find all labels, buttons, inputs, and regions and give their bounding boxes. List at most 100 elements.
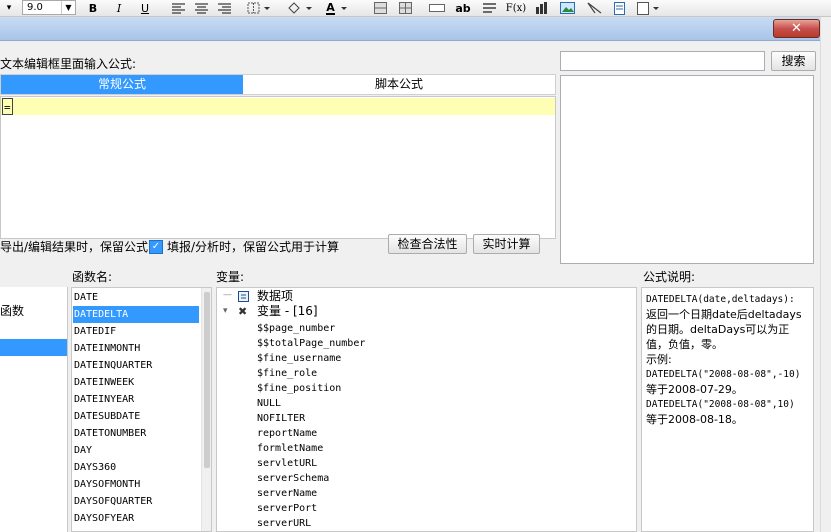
variable-item[interactable]: $fine_position [257,381,341,396]
function-item[interactable]: DAYS360 [73,459,199,476]
variable-item[interactable]: serverPort [257,501,317,516]
tree-line-icon: — [223,290,232,300]
bold-button[interactable]: B [86,1,100,15]
function-item[interactable]: DAYSOFQUARTER [73,493,199,510]
variables-label: 变量: [216,270,245,284]
description-line: 等于2008-07-29。 [646,383,743,396]
chevron-down-icon[interactable]: ▾ [2,1,16,15]
formatting-toolbar: ▾ 9.0 ▼ B I U A ab F(x) [0,0,831,17]
align-center-icon[interactable] [193,1,209,15]
realtime-calc-button[interactable]: 实时计算 [473,234,540,254]
data-item-icon [238,291,249,302]
textbox-icon[interactable] [428,1,446,15]
variable-item[interactable]: NOFILTER [257,411,305,426]
variable-group-icon: ✖ [238,305,248,318]
function-item[interactable]: DATEINYEAR [73,391,199,408]
function-item[interactable]: DAYSOFMONTH [73,476,199,493]
formula-description: DATEDELTA(date,deltadays): 返回一个日期date后del… [641,287,814,532]
split-cells-icon[interactable] [397,1,413,15]
function-item[interactable]: DATEINWEEK [73,374,199,391]
description-label: 公式说明: [643,270,696,284]
italic-button[interactable]: I [112,1,126,15]
category-list: 函数 [0,287,68,532]
variable-item[interactable]: $$page_number [257,321,335,336]
keep-formula-export-label[interactable]: 导出/编辑结果时，保留公式 [0,238,148,255]
align-left-icon[interactable] [170,1,186,15]
function-item[interactable]: DATEDIF [73,323,199,340]
text-ab-button[interactable]: ab [454,1,472,15]
variable-item[interactable]: reportName [257,426,317,441]
slash-icon[interactable] [585,1,603,15]
tree-root-data-items[interactable]: 数据项 [257,289,293,304]
description-line: DATEDELTA("2008-08-08",-10) [646,369,801,380]
tab-script-formula[interactable]: 脚本公式 [243,75,555,94]
close-button[interactable]: ✕ [773,19,820,38]
paragraph-icon[interactable] [481,1,497,15]
align-right-icon[interactable] [216,1,232,15]
underline-button[interactable]: U [138,1,152,15]
formula-dialog: ✕ 文本编辑框里面输入公式: 搜索 常规公式 脚本公式 = 导出/编辑结果时，保… [0,17,831,532]
variable-item[interactable]: $fine_username [257,351,341,366]
merge-cells-icon[interactable] [372,1,388,15]
variable-item[interactable]: servletURL [257,456,317,471]
keep-formula-fill-label: 填报/分析时，保留公式用于计算 [167,240,340,254]
page-setup-icon[interactable] [636,1,664,15]
variable-item[interactable]: formletName [257,441,323,456]
tree-root-variables[interactable]: 变量 - [16] [257,304,318,319]
font-size-value: 9.0 [27,2,43,13]
tab-normal-formula[interactable]: 常规公式 [1,75,243,94]
search-input[interactable] [560,51,765,71]
editor-text: = [2,98,13,115]
font-color-letter: A [326,0,335,15]
function-item[interactable]: DATEINQUARTER [73,357,199,374]
instruction-label: 文本编辑框里面输入公式: [0,57,137,71]
description-line: DATEDELTA(date,deltadays): [646,294,795,305]
bar-chart-icon[interactable] [533,1,549,15]
description-line: 返回一个日期date后deltadays [646,308,802,321]
description-line: 的日期。deltaDays可以为正 [646,323,790,336]
font-size-select[interactable]: 9.0 ▼ [22,0,76,15]
font-color-icon[interactable]: A [323,1,353,15]
image-icon[interactable] [558,1,576,15]
formula-button[interactable]: F(x) [505,1,527,15]
variable-item[interactable]: $fine_role [257,366,317,381]
report-icon[interactable] [611,1,627,15]
keep-formula-fill-checkbox[interactable]: ✓ 填报/分析时，保留公式用于计算 [149,238,339,255]
window-scrollbar[interactable] [820,17,831,532]
description-line: DATEDELTA("2008-08-08",10) [646,399,795,410]
description-line: 示例: [646,353,672,366]
category-item-selected[interactable] [0,339,67,356]
variable-item[interactable]: serverSchema [257,471,329,486]
function-item[interactable]: DATE [73,289,199,306]
function-list-scrollbar[interactable] [201,288,211,531]
check-validity-button[interactable]: 检查合法性 [388,234,467,254]
function-item[interactable]: DAYSOFYEAR [73,510,199,527]
function-item[interactable]: DATESUBDATE [73,408,199,425]
variable-item[interactable]: NULL [257,396,281,411]
formula-tabs: 常规公式 脚本公式 [0,74,556,95]
description-line: 等于2008-08-18。 [646,413,743,426]
description-text: DATEDELTA(date,deltadays): 返回一个日期date后del… [646,292,809,427]
category-item[interactable]: 函数 [0,303,24,320]
editor-current-line [1,98,555,115]
chevron-down-icon[interactable]: ▼ [61,1,75,14]
variable-item[interactable]: $$totalPage_number [257,336,365,351]
fill-color-icon[interactable] [285,1,315,15]
function-item-selected[interactable]: DATEDELTA [73,306,199,323]
border-icon[interactable] [246,1,272,15]
dialog-titlebar [0,17,831,41]
search-button[interactable]: 搜索 [771,51,816,71]
description-line: 值，负值，零。 [646,338,723,351]
function-item[interactable]: DATEINMONTH [73,340,199,357]
scroll-thumb[interactable] [204,292,210,468]
function-item[interactable]: DATETONUMBER [73,425,199,442]
formula-editor[interactable]: = [0,96,556,239]
function-item[interactable]: DAY [73,442,199,459]
variables-tree: — 数据项 ▾ ✖ 变量 - [16] $$page_number $$total… [216,287,637,532]
variable-item[interactable]: serverName [257,486,317,501]
variable-item[interactable]: serverURL [257,516,311,531]
checkbox-checked-icon[interactable]: ✓ [149,239,163,254]
function-item[interactable]: DAYVALUE [73,527,199,531]
chevron-down-icon[interactable]: ▾ [223,306,228,316]
function-name-label: 函数名: [72,270,113,284]
